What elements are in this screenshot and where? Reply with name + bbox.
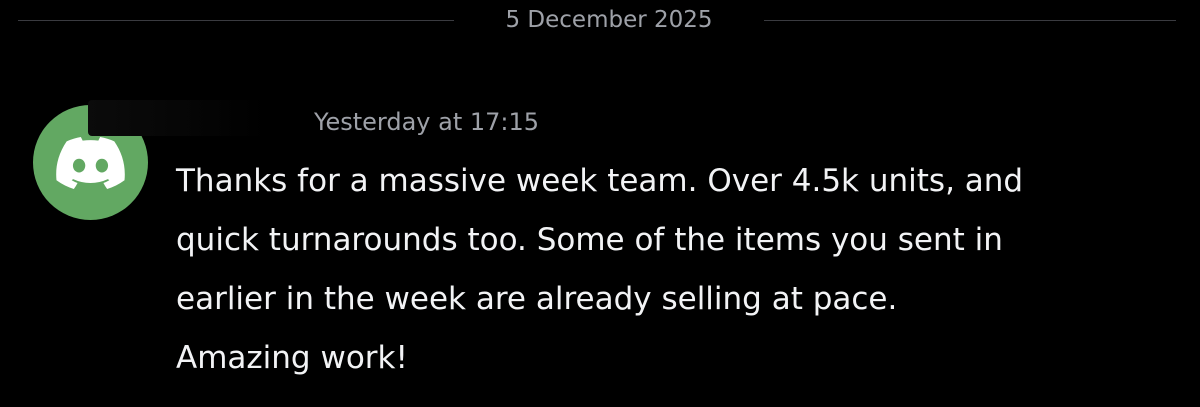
divider-line-right <box>764 20 1176 21</box>
discord-logo-icon <box>56 137 125 189</box>
message-content: Thanks for a massive week team. Over 4.5… <box>176 163 1024 376</box>
divider-line-left <box>18 20 454 21</box>
date-divider: 5 December 2025 <box>18 0 1176 40</box>
author-name-redacted[interactable] <box>88 100 268 136</box>
message-timestamp: Yesterday at 17:15 <box>314 108 540 136</box>
divider-date: 5 December 2025 <box>505 7 713 33</box>
message: Yesterday at 17:15 Thanks for a massive … <box>0 88 1200 388</box>
